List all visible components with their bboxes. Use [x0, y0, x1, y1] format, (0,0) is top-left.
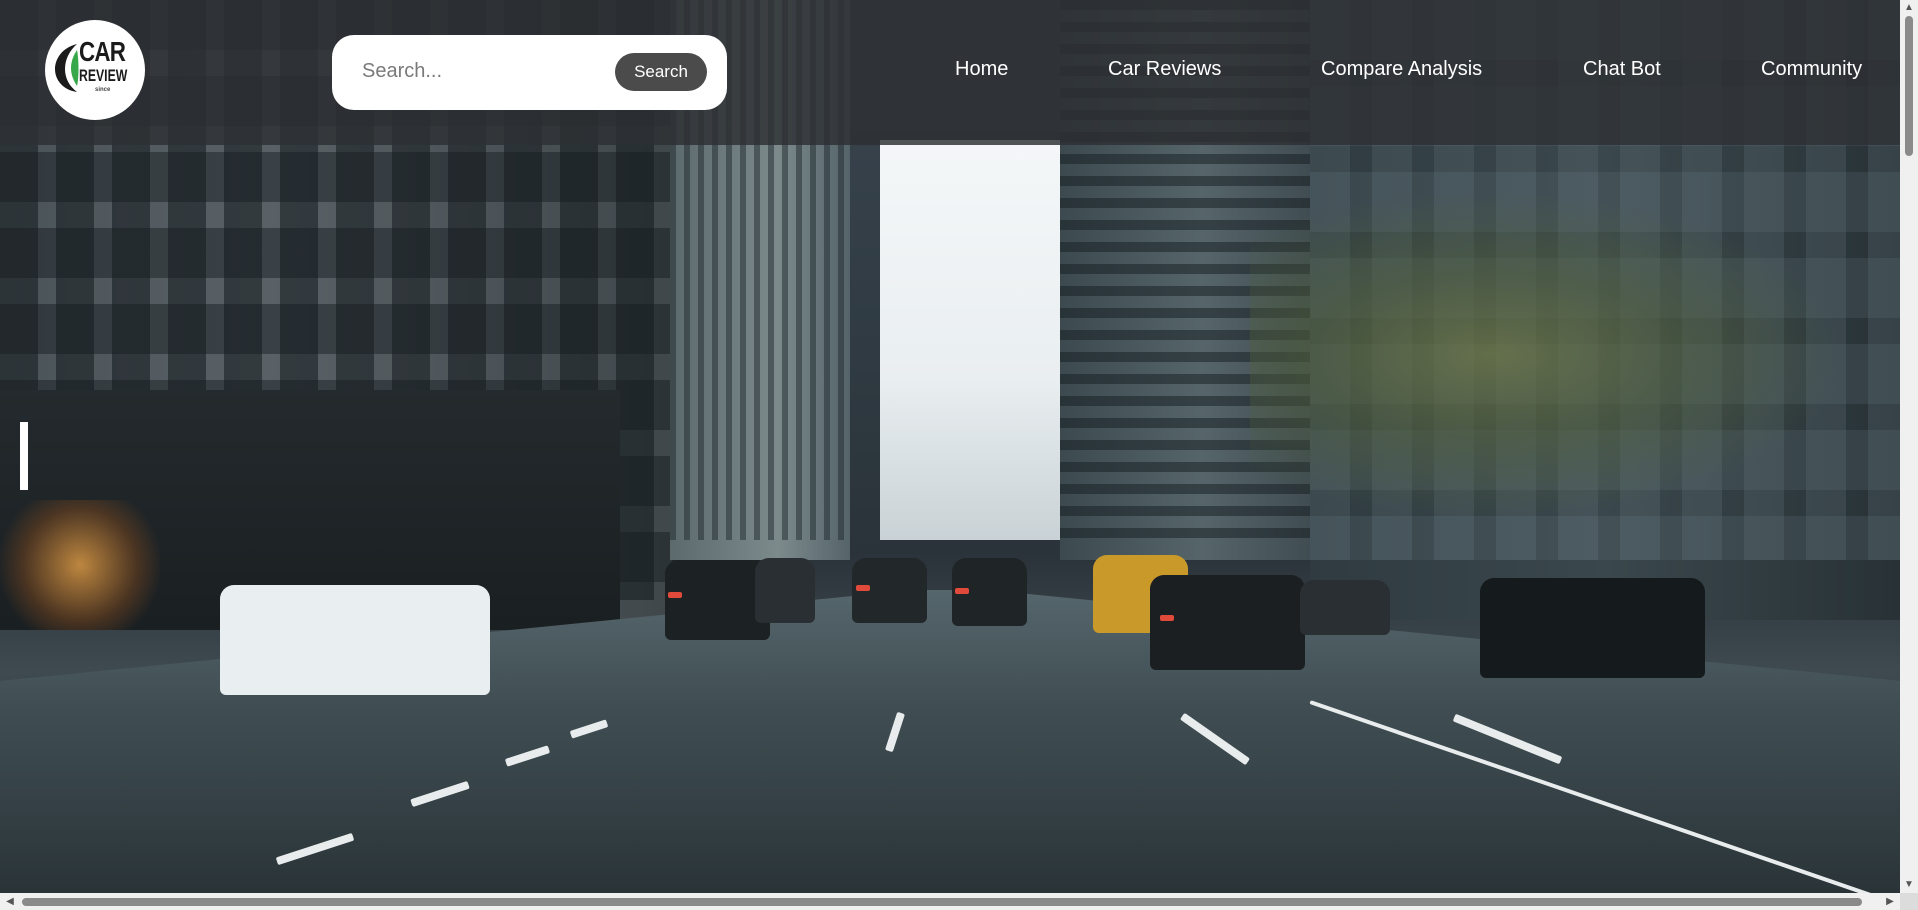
tail-light: [856, 585, 870, 591]
scrollbar-corner: [1900, 893, 1918, 910]
storefront-glow: [0, 500, 160, 630]
vertical-scrollbar[interactable]: ▲ ▼: [1900, 0, 1918, 893]
scroll-right-arrow-icon[interactable]: ▶: [1882, 893, 1898, 910]
logo-mark-icon: [55, 44, 79, 92]
logo-tagline: since: [95, 87, 111, 93]
car: [1300, 580, 1390, 635]
logo-wordmark-review: REVIEW: [79, 66, 128, 85]
nav-link-chat-bot[interactable]: Chat Bot: [1583, 58, 1661, 81]
site-logo[interactable]: CAR REVIEW since: [45, 20, 145, 120]
tail-light: [1160, 615, 1174, 621]
car: [755, 558, 815, 623]
nav-link-home[interactable]: Home: [955, 58, 1008, 81]
site-header: CAR REVIEW since Search Home Car Reviews…: [0, 0, 1900, 145]
search-button[interactable]: Search: [615, 53, 707, 91]
nav-link-car-reviews[interactable]: Car Reviews: [1108, 58, 1221, 81]
logo-wordmark-car: CAR: [79, 36, 126, 67]
scroll-up-arrow-icon[interactable]: ▲: [1900, 0, 1918, 16]
nav-link-compare-analysis[interactable]: Compare Analysis: [1321, 58, 1482, 81]
scroll-down-arrow-icon[interactable]: ▼: [1900, 877, 1918, 893]
search-input[interactable]: [360, 53, 594, 89]
street-trees: [1250, 190, 1850, 520]
hero-sky: [880, 140, 1060, 540]
nav-link-community[interactable]: Community: [1761, 58, 1862, 81]
logo-text: CAR REVIEW since: [79, 36, 139, 94]
tail-light: [668, 592, 682, 598]
car: [1150, 575, 1305, 670]
horizontal-scrollbar[interactable]: ◀ ▶: [0, 893, 1900, 910]
slider-indicator[interactable]: [20, 422, 28, 490]
horizontal-scrollbar-thumb[interactable]: [22, 898, 1862, 906]
tail-light: [955, 588, 969, 594]
vertical-scrollbar-thumb[interactable]: [1905, 16, 1913, 156]
scroll-left-arrow-icon[interactable]: ◀: [2, 893, 18, 910]
car: [1480, 578, 1705, 678]
search-bar: Search: [332, 35, 727, 110]
police-car: [220, 585, 490, 695]
